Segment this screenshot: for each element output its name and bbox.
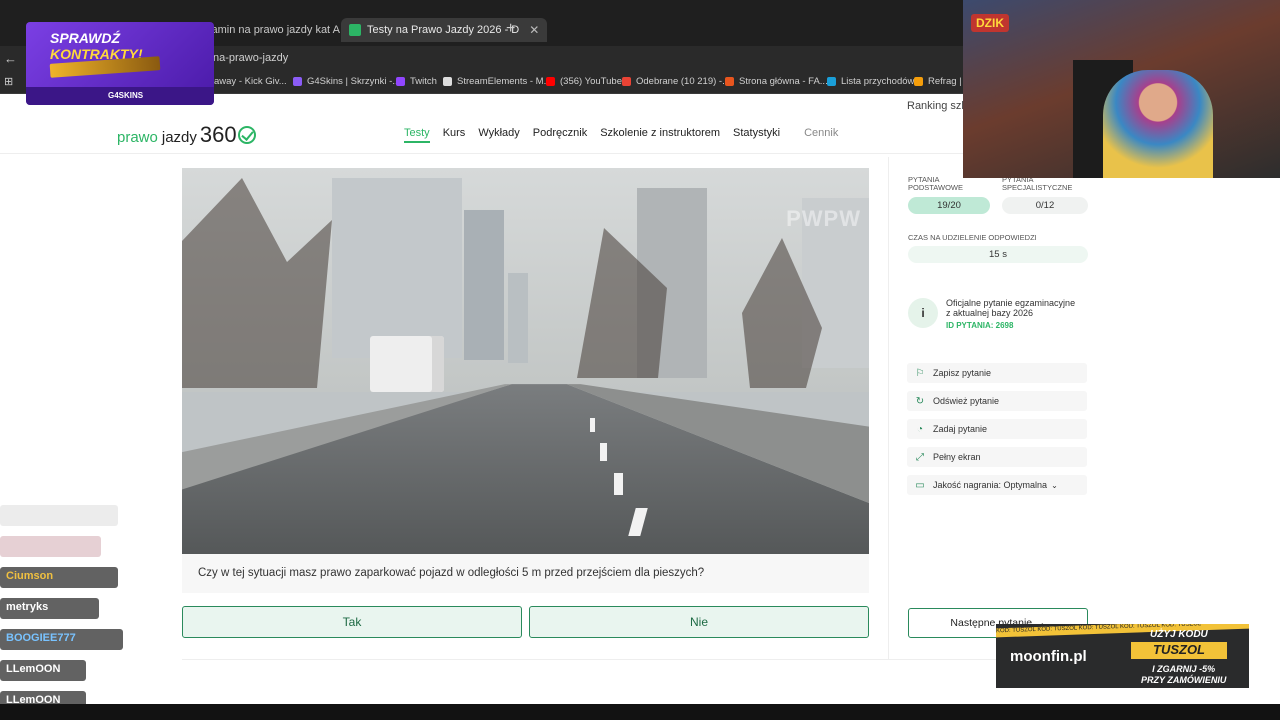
bookmark-icon: ⚐ [915,367,925,379]
tab-close-icon[interactable]: ✕ [529,23,539,37]
bookmark-item[interactable]: (356) YouTube [546,76,622,87]
bookmark-item[interactable]: Lista przychodów [827,76,914,87]
question-text: Czy w tej sytuacji masz prawo zaparkować… [182,554,869,593]
nav-podrecznik[interactable]: Podręcznik [533,127,587,143]
nav-testy[interactable]: Testy [404,127,430,143]
lane-marking [600,443,607,461]
specialist-questions-label: PYTANIA SPECJALISTYCZNE [1002,175,1073,192]
nav-kurs[interactable]: Kurs [443,127,466,143]
specialist-questions-counter: 0/12 [1002,197,1088,214]
new-tab-button[interactable]: + [506,20,515,38]
official-question-info: i Oficjalne pytanie egzaminacyjne z aktu… [907,296,1088,338]
bookmark-item[interactable]: Odebrane (10 219) -... [622,76,730,87]
taskbar [0,704,1280,720]
video-building [508,273,528,363]
basic-questions-counter: 19/20 [908,197,990,214]
info-icon: i [908,298,938,328]
time-label: CZAS NA UDZIELENIE ODPOWIEDZI [908,233,1037,242]
nav-statystyki[interactable]: Statystyki [733,127,780,143]
sponsor-code: TUSZOL [1131,642,1227,659]
apps-grid-icon[interactable]: ⊞ [4,75,13,88]
bookmark-item[interactable]: G4Skins | Skrzynki -... [293,76,400,87]
video-road [182,384,869,554]
logo-check-icon [237,126,256,144]
time-remaining: 15 s [908,246,1088,263]
chat-bubble-icon: ◔ [916,423,924,435]
tab-favicon-icon [349,24,361,36]
ranking-link[interactable]: Ranking szk [907,100,967,112]
browser-tab-active[interactable]: Testy na Prawo Jazdy 2026 - D ✕ [341,18,548,42]
chat-username: Ciumson [0,567,118,588]
bookmark-item[interactable]: Strona główna - FA... [725,76,828,87]
question-video[interactable]: PWPW [182,168,869,554]
nav-cennik[interactable]: Cennik [804,127,838,143]
lane-marking [614,473,623,495]
bookmark-item[interactable]: StreamElements - M... [443,76,552,87]
save-question-button[interactable]: ⚐ Zapisz pytanie [907,363,1087,383]
expand-icon: ⤢ [916,451,924,463]
video-building [464,210,504,360]
streamer-webcam: DZIK [963,0,1280,178]
lane-marking [590,418,595,432]
sponsor-stripe: KOD: TUSZOL KOD: TUSZOL KOD: TUSZOL KOD:… [996,624,1249,638]
fullscreen-button[interactable]: ⤢ Pełny ekran [907,447,1087,467]
back-arrow-icon[interactable]: ← [4,51,17,66]
webcam-logo: DZIK [971,14,1009,32]
chevron-down-icon: ⌄ [1051,480,1058,490]
refresh-question-button[interactable]: ↻ Odśwież pytanie [907,391,1087,411]
chat-message-faded [0,505,118,526]
answer-no-button[interactable]: Nie [529,606,869,638]
panel-divider [888,157,889,659]
chat-username: metryks [0,598,99,619]
question-id: ID PYTANIA: 2698 [946,321,1014,330]
bookmark-item[interactable]: Twitch [396,76,437,87]
streamer-avatar [1103,70,1213,178]
main-navigation: Testy Kurs Wykłady Podręcznik Szkolenie … [404,127,851,143]
nav-szkolenie[interactable]: Szkolenie z instruktorem [600,127,720,143]
sponsor-banner: KOD: TUSZOL KOD: TUSZOL KOD: TUSZOL KOD:… [996,624,1249,688]
video-quality-select[interactable]: ▭ Jakość nagrania: Optymalna ⌄ [907,475,1087,495]
video-van [370,336,444,392]
tab-label: zamin na prawo jazdy kat A [206,24,340,36]
video-camera-icon: ▭ [915,479,925,491]
refresh-icon: ↻ [915,395,925,407]
address-text[interactable]: na-prawo-jazdy [213,52,288,64]
promo-brand: G4SKINS [26,87,214,105]
video-watermark: PWPW [786,206,861,231]
nav-wyklady[interactable]: Wykłady [478,127,519,143]
site-logo[interactable]: prawo jazdy 360 [117,122,256,148]
chat-username: LLemOON [0,660,86,681]
basic-questions-label: PYTANIA PODSTAWOWE [908,175,963,192]
bookmark-item[interactable]: away - Kick Giv... [214,76,287,87]
answer-yes-button[interactable]: Tak [182,606,522,638]
sponsor-brand: moonfin.pl [1010,648,1087,665]
content-divider [182,659,1088,660]
promo-overlay: SPRAWDŹ KONTRAKTY! G4SKINS [26,22,214,105]
ask-question-button[interactable]: ◔ Zadaj pytanie [907,419,1087,439]
chat-username: BOOGIEE777 [0,629,123,650]
tab-label: Testy na Prawo Jazdy 2026 - D [367,24,520,36]
chat-message-faded [0,536,101,557]
video-building [332,178,462,358]
